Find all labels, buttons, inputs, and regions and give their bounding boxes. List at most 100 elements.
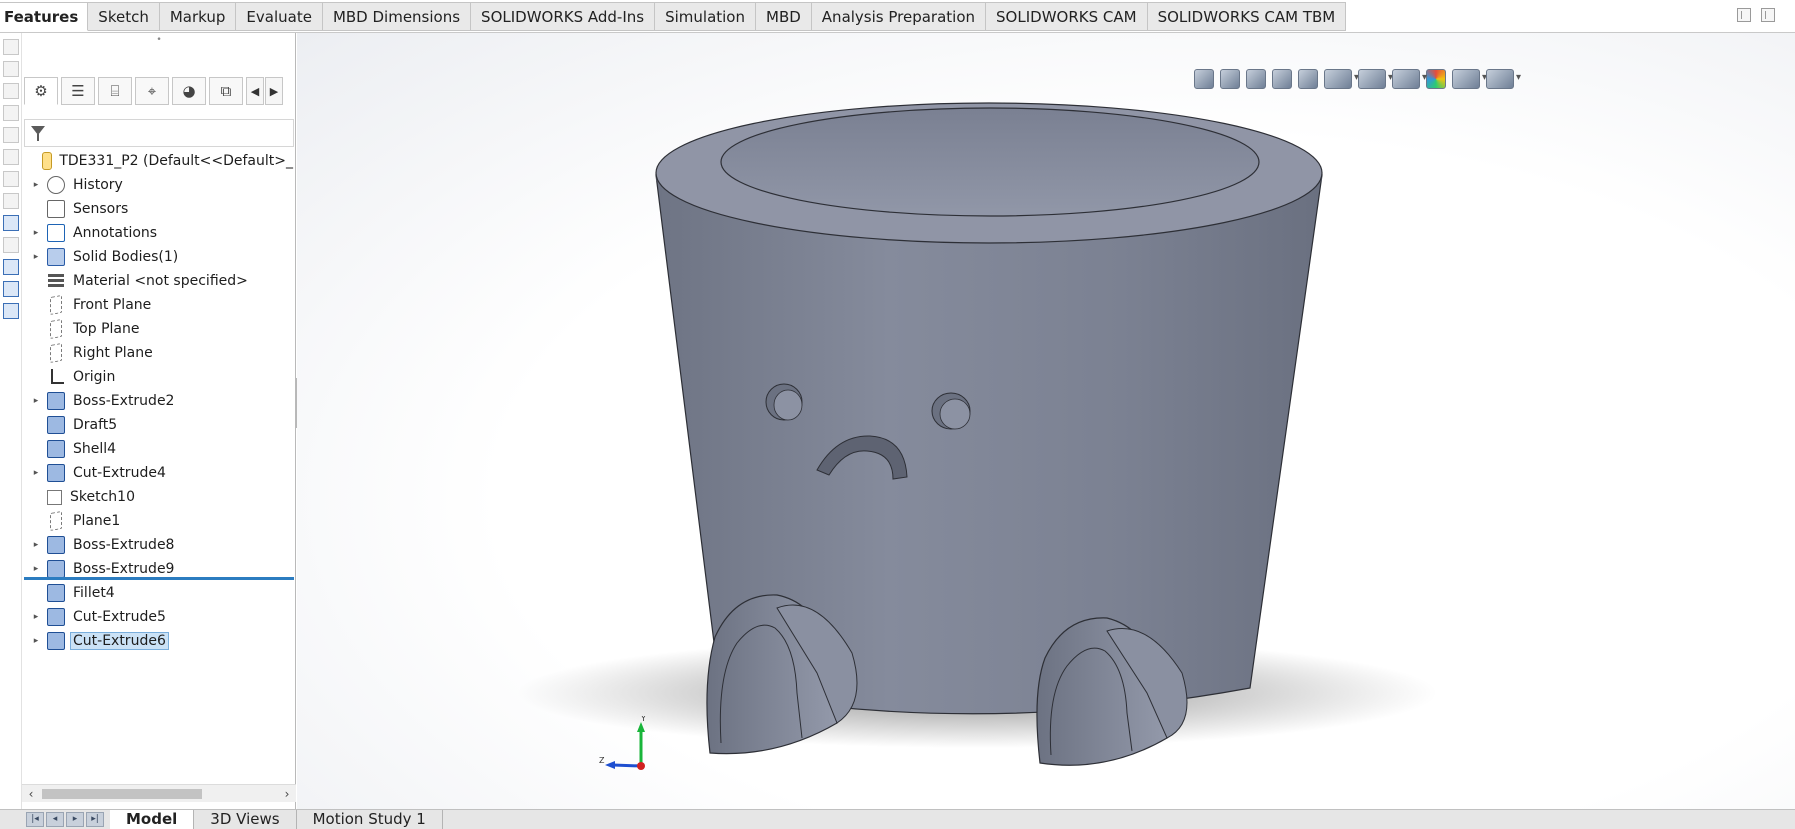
origin-icon <box>47 368 65 386</box>
feature-filter[interactable] <box>24 119 294 147</box>
annotation-icon <box>47 224 65 242</box>
tree-item-label: Top Plane <box>73 321 140 337</box>
command-tab-simulation[interactable]: Simulation <box>655 2 756 31</box>
tree-item-label: Solid Bodies(1) <box>73 249 179 265</box>
last-tab-icon[interactable]: ▸| <box>86 812 104 827</box>
tree-item-shell4[interactable]: ▸Shell4 <box>22 437 296 461</box>
plane-icon <box>50 318 62 340</box>
triad-z-label: Z <box>599 756 605 765</box>
strip-file-explorer-icon[interactable] <box>3 303 19 319</box>
command-tab-solidworks-add-ins[interactable]: SOLIDWORKS Add-Ins <box>471 2 656 31</box>
prev-tab-icon[interactable]: ◂ <box>46 812 64 827</box>
strip-custom-properties-icon[interactable] <box>3 281 19 297</box>
tree-item-label: Cut-Extrude6 <box>70 632 169 650</box>
solid-bodies-icon <box>47 248 65 266</box>
tree-item-label: Annotations <box>73 225 158 241</box>
tree-item-sketch10[interactable]: ▸Sketch10 <box>22 485 296 509</box>
tree-item-label: Boss-Extrude8 <box>73 537 175 553</box>
strip-drawing-icon[interactable] <box>3 83 19 99</box>
tree-item-cut-extrude4[interactable]: ▸ Cut-Extrude4 <box>22 461 296 485</box>
tree-item-top-plane[interactable]: ▸Top Plane <box>22 317 296 341</box>
restore-left-pane-icon[interactable] <box>1737 8 1751 22</box>
tree-item-fillet4[interactable]: ▸Fillet4 <box>22 581 296 605</box>
expand-arrow-icon[interactable]: ▸ <box>30 540 42 550</box>
tree-item-boss-extrude2[interactable]: ▸ Boss-Extrude2 <box>22 389 296 413</box>
tree-item-right-plane[interactable]: ▸Right Plane <box>22 341 296 365</box>
bottom-tab-model[interactable]: Model <box>110 810 195 829</box>
dimxpert-manager-tab-icon[interactable]: ⌖ <box>135 77 169 105</box>
command-tab-mbd-dimensions[interactable]: MBD Dimensions <box>322 2 472 31</box>
strip-assembly-icon[interactable] <box>3 61 19 77</box>
command-tab-analysis-preparation[interactable]: Analysis Preparation <box>811 2 987 31</box>
tree-item-plane1[interactable]: ▸Plane1 <box>22 509 296 533</box>
expand-arrow-icon[interactable]: ▸ <box>30 228 42 238</box>
tree-item-label: Draft5 <box>73 417 118 433</box>
scroll-left-icon[interactable]: ‹ <box>22 785 40 803</box>
tree-item-solid-bodies-1[interactable]: ▸ Solid Bodies(1) <box>22 245 296 269</box>
expand-arrow-icon[interactable]: ▸ <box>30 180 42 190</box>
tree-item-front-plane[interactable]: ▸Front Plane <box>22 293 296 317</box>
strip-resources-icon[interactable] <box>3 215 19 231</box>
part-icon <box>41 152 53 170</box>
tree-item-draft5[interactable]: ▸Draft5 <box>22 413 296 437</box>
expand-arrow-icon[interactable]: ▸ <box>30 468 42 478</box>
tree-item-material-not-specified[interactable]: ▸Material <not specified> <box>22 269 296 293</box>
configuration-manager-tab-icon[interactable]: ⌸ <box>98 77 132 105</box>
tree-item-sensors[interactable]: ▸Sensors <box>22 197 296 221</box>
model-pot[interactable] <box>297 33 1795 809</box>
strip-appearance-icon[interactable] <box>3 237 19 253</box>
strip-library-icon[interactable] <box>3 193 19 209</box>
draft-icon <box>47 416 65 434</box>
rollback-bar[interactable] <box>24 577 294 580</box>
command-tab-evaluate[interactable]: Evaluate <box>236 2 323 31</box>
tree-item-boss-extrude8[interactable]: ▸ Boss-Extrude8 <box>22 533 296 557</box>
display-manager-tab-icon[interactable]: ◕ <box>172 77 206 105</box>
tree-item-label: Plane1 <box>73 513 121 529</box>
strip-dimxpert-icon[interactable] <box>3 149 19 165</box>
triad-y-label: Y <box>640 716 646 723</box>
bottom-tab-motion-study-1[interactable]: Motion Study 1 <box>296 810 443 829</box>
strip-part-icon[interactable] <box>3 39 19 55</box>
scroll-thumb[interactable] <box>42 789 202 799</box>
command-tab-mbd[interactable]: MBD <box>756 2 812 31</box>
tree-item-history[interactable]: ▸ History <box>22 173 296 197</box>
tab-scroll-right-icon[interactable]: ▶ <box>265 77 283 105</box>
expand-arrow-icon[interactable]: ▸ <box>30 564 42 574</box>
expand-arrow-icon[interactable]: ▸ <box>30 612 42 622</box>
boss-extrude-icon <box>47 536 65 554</box>
expand-arrow-icon[interactable]: ▸ <box>30 636 42 646</box>
tree-root-part[interactable]: ▸ TDE331_P2 (Default<<Default>_ <box>22 149 296 173</box>
tree-item-cut-extrude5[interactable]: ▸ Cut-Extrude5 <box>22 605 296 629</box>
command-tab-features[interactable]: Features <box>0 2 89 31</box>
next-tab-icon[interactable]: ▸ <box>66 812 84 827</box>
right-eye-inner <box>939 398 971 430</box>
command-tab-sketch[interactable]: Sketch <box>88 2 160 31</box>
bottom-tab-bar: |◂ ◂ ▸ ▸| Model 3D Views Motion Study 1 <box>0 809 1795 829</box>
feature-tree-tab-icon[interactable]: ⚙ <box>24 77 58 105</box>
property-manager-tab-icon[interactable]: ☰ <box>61 77 95 105</box>
strip-layer-icon[interactable] <box>3 105 19 121</box>
graphics-area[interactable]: Y Z <box>297 33 1795 809</box>
scroll-right-icon[interactable]: › <box>278 785 296 803</box>
bottom-tab-3d-views[interactable]: 3D Views <box>194 810 297 829</box>
tree-horizontal-scrollbar[interactable]: ‹ › <box>22 784 296 802</box>
tree-item-origin[interactable]: ▸Origin <box>22 365 296 389</box>
first-tab-icon[interactable]: |◂ <box>26 812 44 827</box>
restore-right-pane-icon[interactable] <box>1761 8 1775 22</box>
strip-view-palette-icon[interactable] <box>3 259 19 275</box>
cam-manager-tab-icon[interactable]: ⧉ <box>209 77 243 105</box>
expand-arrow-icon[interactable]: ▸ <box>30 396 42 406</box>
command-tab-markup[interactable]: Markup <box>159 2 237 31</box>
tree-item-label: Cut-Extrude5 <box>73 609 166 625</box>
tab-scroll-left-icon[interactable]: ◀ <box>246 77 264 105</box>
tree-item-annotations[interactable]: ▸ Annotations <box>22 221 296 245</box>
pane-grip-icon[interactable]: • <box>22 33 296 47</box>
reference-triad: Y Z <box>599 716 646 770</box>
cut-extrude-icon <box>47 608 65 626</box>
strip-display-icon[interactable] <box>3 171 19 187</box>
expand-arrow-icon[interactable]: ▸ <box>30 252 42 262</box>
command-tab-solidworks-cam-tbm[interactable]: SOLIDWORKS CAM TBM <box>1147 2 1347 31</box>
tree-item-cut-extrude6[interactable]: ▸ Cut-Extrude6 <box>22 629 296 653</box>
command-tab-solidworks-cam[interactable]: SOLIDWORKS CAM <box>986 2 1148 31</box>
strip-config-icon[interactable] <box>3 127 19 143</box>
